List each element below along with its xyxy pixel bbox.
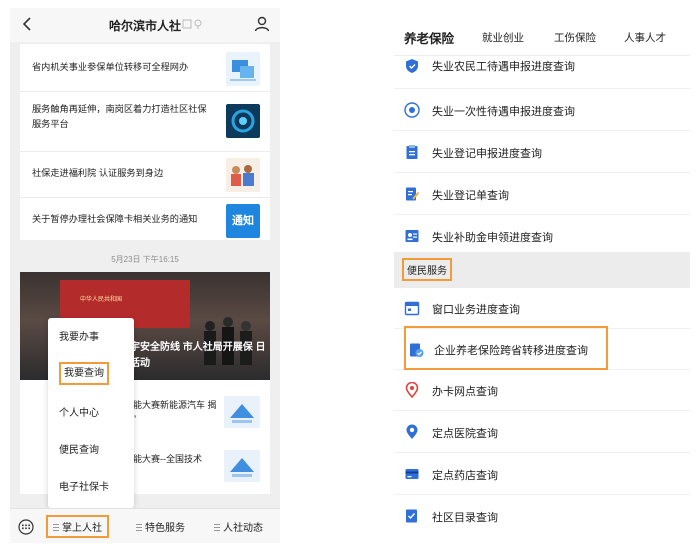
news-title: 技能大赛--全国技术 [124, 454, 202, 464]
page-title: 哈尔滨市人社 [108, 19, 181, 33]
row-label: 失业登记单查询 [432, 190, 509, 202]
news-item[interactable]: 社保走进福利院 认证服务到身边 [20, 152, 270, 198]
highlight-frame [404, 326, 608, 370]
card-icon [405, 469, 419, 479]
tab-injury-insurance[interactable]: 工伤保险 [554, 30, 596, 45]
edit-doc-icon [406, 187, 420, 201]
banner-caption: 宇安全防线 市人社局开展保 日活动 [130, 342, 266, 369]
news-title: 服务触角再延伸，南岗区着力打造社区社保服务平台 [32, 104, 207, 129]
popup-menu: 我要办事 我要查询 个人中心 便民查询 电子社保卡 [48, 318, 134, 508]
news-thumbnail [226, 52, 260, 86]
shield-icon [406, 59, 418, 73]
id-card-icon [405, 230, 419, 242]
tab-employment[interactable]: 就业创业 [482, 30, 524, 45]
timestamp: 5月23日 下午16:15 [111, 255, 179, 264]
section-header: 便民服务 [394, 252, 690, 288]
row-label: 定点医院查询 [432, 428, 498, 440]
list-item[interactable]: 办卡网点查询 [394, 370, 690, 411]
location-pin-icon [405, 382, 419, 398]
section-title: 便民服务 [402, 258, 452, 281]
notice-thumbnail: 通知 [226, 204, 260, 238]
list-item[interactable]: 社区目录查询 [394, 496, 690, 537]
list-item[interactable]: 失业一次性待遇申报进度查询 [394, 90, 690, 131]
banner-stage-text: 中华人民共和国 [80, 297, 123, 303]
news-list-card: 省内机关事业参保单位转移可全程网办 服务触角再延伸，南岗区着力打造社区社保服务平… [20, 44, 270, 240]
menu-item-social-security-card[interactable]: 电子社保卡 [48, 470, 134, 506]
right-phone-screen: 养老保险 就业创业 工伤保险 人事人才 失业农民工待遇申报进度查询 失业一次性待… [394, 8, 690, 543]
row-label: 社区目录查询 [432, 512, 498, 524]
news-thumbnail [224, 450, 260, 482]
news-title: 技能大赛新能源汽车 揭秘” [124, 400, 217, 424]
target-icon [404, 102, 420, 118]
hospital-pin-icon [406, 424, 418, 439]
list-item[interactable]: 失业登记单查询 [394, 174, 690, 215]
clipboard-icon [406, 145, 418, 159]
news-title: 关于暂停办理社会保障卡相关业务的通知 [32, 214, 198, 224]
menu-dots-icon [53, 524, 59, 532]
menu-item-do-business[interactable]: 我要办事 [48, 320, 134, 356]
tab-hrss-news[interactable]: 人社动态 [214, 519, 263, 534]
bottom-tab-bar: 掌上人社 特色服务 人社动态 [10, 508, 280, 543]
menu-dots-icon [136, 524, 142, 532]
list-item[interactable]: 失业补助金申领进度查询 [394, 216, 690, 257]
news-item[interactable]: 关于暂停办理社会保障卡相关业务的通知 通知 [20, 198, 270, 244]
row-label: 失业补助金申领进度查询 [432, 232, 553, 244]
list-item[interactable]: 失业农民工待遇申报进度查询 [394, 48, 690, 89]
row-label: 定点药店查询 [432, 470, 498, 482]
news-thumbnail [224, 396, 260, 428]
row-label: 失业登记申报进度查询 [432, 148, 542, 160]
news-thumbnail [226, 158, 260, 192]
list-item[interactable]: 定点药店查询 [394, 454, 690, 495]
top-nav-bar: 哈尔滨市人社 [10, 8, 280, 42]
tab-palm-hrss[interactable]: 掌上人社 [46, 515, 109, 538]
calendar-icon [404, 301, 420, 316]
title-badge-icon [182, 19, 202, 29]
news-thumbnail [226, 104, 260, 138]
row-label: 窗口业务进度查询 [432, 304, 520, 316]
news-item[interactable]: 省内机关事业参保单位转移可全程网办 [20, 46, 270, 92]
tab-featured-services[interactable]: 特色服务 [136, 519, 185, 534]
list-check-icon [406, 509, 417, 523]
tab-personnel-talent[interactable]: 人事人才 [624, 30, 666, 45]
list-item[interactable]: 窗口业务进度查询 [394, 288, 690, 329]
row-label: 失业一次性待遇申报进度查询 [432, 106, 575, 118]
list-item[interactable]: 定点医院查询 [394, 412, 690, 453]
row-label: 办卡网点查询 [432, 386, 498, 398]
menu-item-convenience-query[interactable]: 便民查询 [48, 433, 134, 469]
news-item[interactable]: 服务触角再延伸，南岗区着力打造社区社保服务平台 [20, 94, 270, 152]
keyboard-icon[interactable] [18, 519, 34, 535]
user-profile-icon[interactable] [254, 16, 270, 32]
left-phone-screen: 哈尔滨市人社 省内机关事业参保单位转移可全程网办 服务触角再延伸，南岗区着力打造… [10, 8, 280, 543]
tab-pension-insurance[interactable]: 养老保险 [404, 28, 454, 47]
menu-dots-icon [214, 524, 220, 532]
list-item[interactable]: 失业登记申报进度查询 [394, 132, 690, 173]
news-title: 社保走进福利院 认证服务到身边 [32, 168, 164, 178]
news-title: 省内机关事业参保单位转移可全程网办 [32, 62, 189, 72]
menu-item-personal-center[interactable]: 个人中心 [48, 396, 134, 432]
row-label: 失业农民工待遇申报进度查询 [432, 61, 575, 73]
menu-item-query[interactable]: 我要查询 [48, 356, 134, 392]
